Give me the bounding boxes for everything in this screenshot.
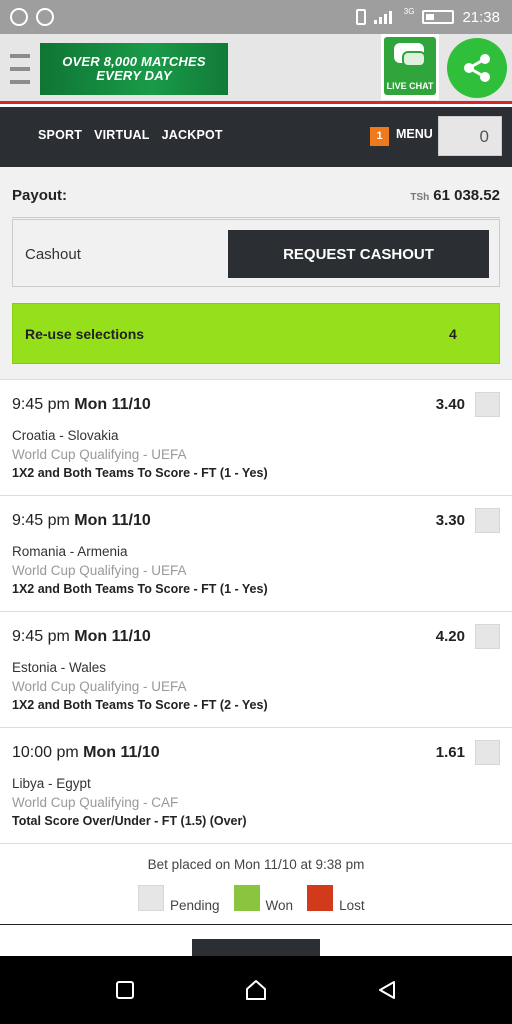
selection-odds: 3.40 — [435, 396, 465, 413]
selection-date: Mon 11/10 — [74, 512, 151, 529]
below-fold — [0, 926, 512, 957]
selections-list: 9:45 pm Mon 11/10 3.40 Croatia - Slovaki… — [0, 379, 512, 844]
menu-button[interactable]: MENU — [396, 127, 433, 141]
cashout-box: Cashout REQUEST CASHOUT — [12, 219, 500, 287]
legend-pending: Pending — [138, 885, 220, 913]
status-legend: Pending Won Lost — [138, 885, 365, 913]
betslip-count[interactable]: 0 — [438, 116, 502, 156]
legend-swatch — [307, 885, 334, 911]
nav-sport[interactable]: SPORT — [38, 128, 82, 142]
selection-time: 9:45 pm — [12, 396, 70, 413]
reuse-selections-button[interactable]: Re-use selections 4 — [12, 303, 500, 364]
back-icon[interactable] — [370, 973, 404, 1007]
selection-match: Romania - Armenia — [12, 544, 128, 559]
selection-datetime: 10:00 pm Mon 11/10 — [12, 744, 160, 762]
legend-swatch — [233, 885, 260, 911]
selection-match: Estonia - Wales — [12, 660, 107, 675]
reuse-count: 4 — [449, 325, 457, 342]
payout-currency: TSh — [410, 191, 430, 203]
top-bar: OVER 8,000 MATCHES EVERY DAY LIVE CHAT — [0, 34, 512, 104]
selection-market: 1X2 and Both Teams To Score - FT (2 - Ye… — [12, 698, 268, 712]
legend-label: Pending — [170, 898, 220, 913]
menu-badge[interactable]: 1 — [370, 127, 389, 146]
partial-button[interactable] — [192, 939, 320, 957]
selection-date: Mon 11/10 — [83, 744, 160, 761]
recents-icon[interactable] — [108, 973, 142, 1007]
selection-market: 1X2 and Both Teams To Score - FT (1 - Ye… — [12, 582, 268, 596]
home-icon[interactable] — [239, 973, 273, 1007]
selection-date: Mon 11/10 — [74, 628, 151, 645]
selection-odds: 1.61 — [435, 744, 465, 761]
selection-datetime: 9:45 pm Mon 11/10 — [12, 396, 151, 414]
selection-competition: World Cup Qualifying - CAF — [12, 795, 179, 810]
selection-time: 10:00 pm — [12, 744, 79, 761]
vibrate-icon — [355, 9, 366, 25]
selection-market: Total Score Over/Under - FT (1.5) (Over) — [12, 814, 247, 828]
divider — [12, 217, 500, 218]
bet-placed-text: Bet placed on Mon 11/10 at 9:38 pm — [147, 857, 365, 872]
selection-row: 9:45 pm Mon 11/10 3.30 Romania - Armenia… — [0, 496, 512, 612]
selection-row: 10:00 pm Mon 11/10 1.61 Libya - Egypt Wo… — [0, 728, 512, 844]
selection-competition: World Cup Qualifying - UEFA — [12, 679, 187, 694]
banner-line1: OVER 8,000 MATCHES — [62, 54, 206, 69]
legend-label: Won — [265, 898, 294, 913]
status-bar: 3G 21:38 — [0, 0, 512, 34]
payout-label: Payout: — [12, 186, 68, 204]
selection-match: Libya - Egypt — [12, 776, 91, 791]
legend-swatch — [138, 885, 164, 911]
selection-row: 9:45 pm Mon 11/10 4.20 Estonia - Wales W… — [0, 612, 512, 728]
system-nav-bar — [0, 956, 512, 1024]
hamburger-menu-icon[interactable] — [10, 54, 30, 84]
chrome-icon — [36, 8, 54, 26]
signal-icon — [373, 10, 396, 24]
clock: 21:38 — [462, 8, 500, 26]
request-cashout-button[interactable]: REQUEST CASHOUT — [228, 230, 489, 278]
reuse-label: Re-use selections — [25, 325, 145, 342]
status-indicator — [475, 508, 500, 533]
live-chat-label: LIVE CHAT — [386, 81, 434, 91]
network-type: 3G — [403, 6, 415, 16]
nav-jackpot[interactable]: JACKPOT — [162, 128, 223, 142]
chat-bubble-icon — [10, 8, 28, 26]
cashout-label: Cashout — [25, 246, 81, 263]
selection-competition: World Cup Qualifying - UEFA — [12, 447, 187, 462]
bet-summary: Payout: TSh 61 038.52 Cashout REQUEST CAS… — [0, 167, 512, 379]
live-chat-button[interactable]: LIVE CHAT — [381, 34, 439, 100]
selection-datetime: 9:45 pm Mon 11/10 — [12, 628, 151, 646]
status-indicator — [475, 392, 500, 417]
legend-lost: Lost — [307, 885, 365, 913]
selection-market: 1X2 and Both Teams To Score - FT (1 - Ye… — [12, 466, 268, 480]
selection-odds: 3.30 — [435, 512, 465, 529]
selection-datetime: 9:45 pm Mon 11/10 — [12, 512, 151, 530]
selection-row: 9:45 pm Mon 11/10 3.40 Croatia - Slovaki… — [0, 380, 512, 496]
selection-time: 9:45 pm — [12, 512, 70, 529]
payout-amount: TSh 61 038.52 — [410, 187, 500, 204]
legend-label: Lost — [339, 898, 365, 913]
share-icon[interactable] — [447, 38, 507, 98]
selection-time: 9:45 pm — [12, 628, 70, 645]
status-indicator — [475, 740, 500, 765]
selection-odds: 4.20 — [435, 628, 465, 645]
nav-virtual[interactable]: VIRTUAL — [94, 128, 150, 142]
promo-banner[interactable]: OVER 8,000 MATCHES EVERY DAY — [40, 43, 228, 95]
legend-won: Won — [233, 885, 294, 913]
banner-line2: EVERY DAY — [96, 68, 172, 83]
bet-info: Bet placed on Mon 11/10 at 9:38 pm Pendi… — [0, 843, 512, 925]
selection-date: Mon 11/10 — [74, 396, 151, 413]
selection-match: Croatia - Slovakia — [12, 428, 119, 443]
selection-competition: World Cup Qualifying - UEFA — [12, 563, 187, 578]
payout-value: 61 038.52 — [433, 186, 500, 204]
main-nav: SPORT VIRTUAL JACKPOT 1 MENU 0 — [0, 107, 512, 167]
chat-bubble-secondary-icon — [402, 51, 426, 67]
status-indicator — [475, 624, 500, 649]
battery-icon — [422, 10, 455, 24]
